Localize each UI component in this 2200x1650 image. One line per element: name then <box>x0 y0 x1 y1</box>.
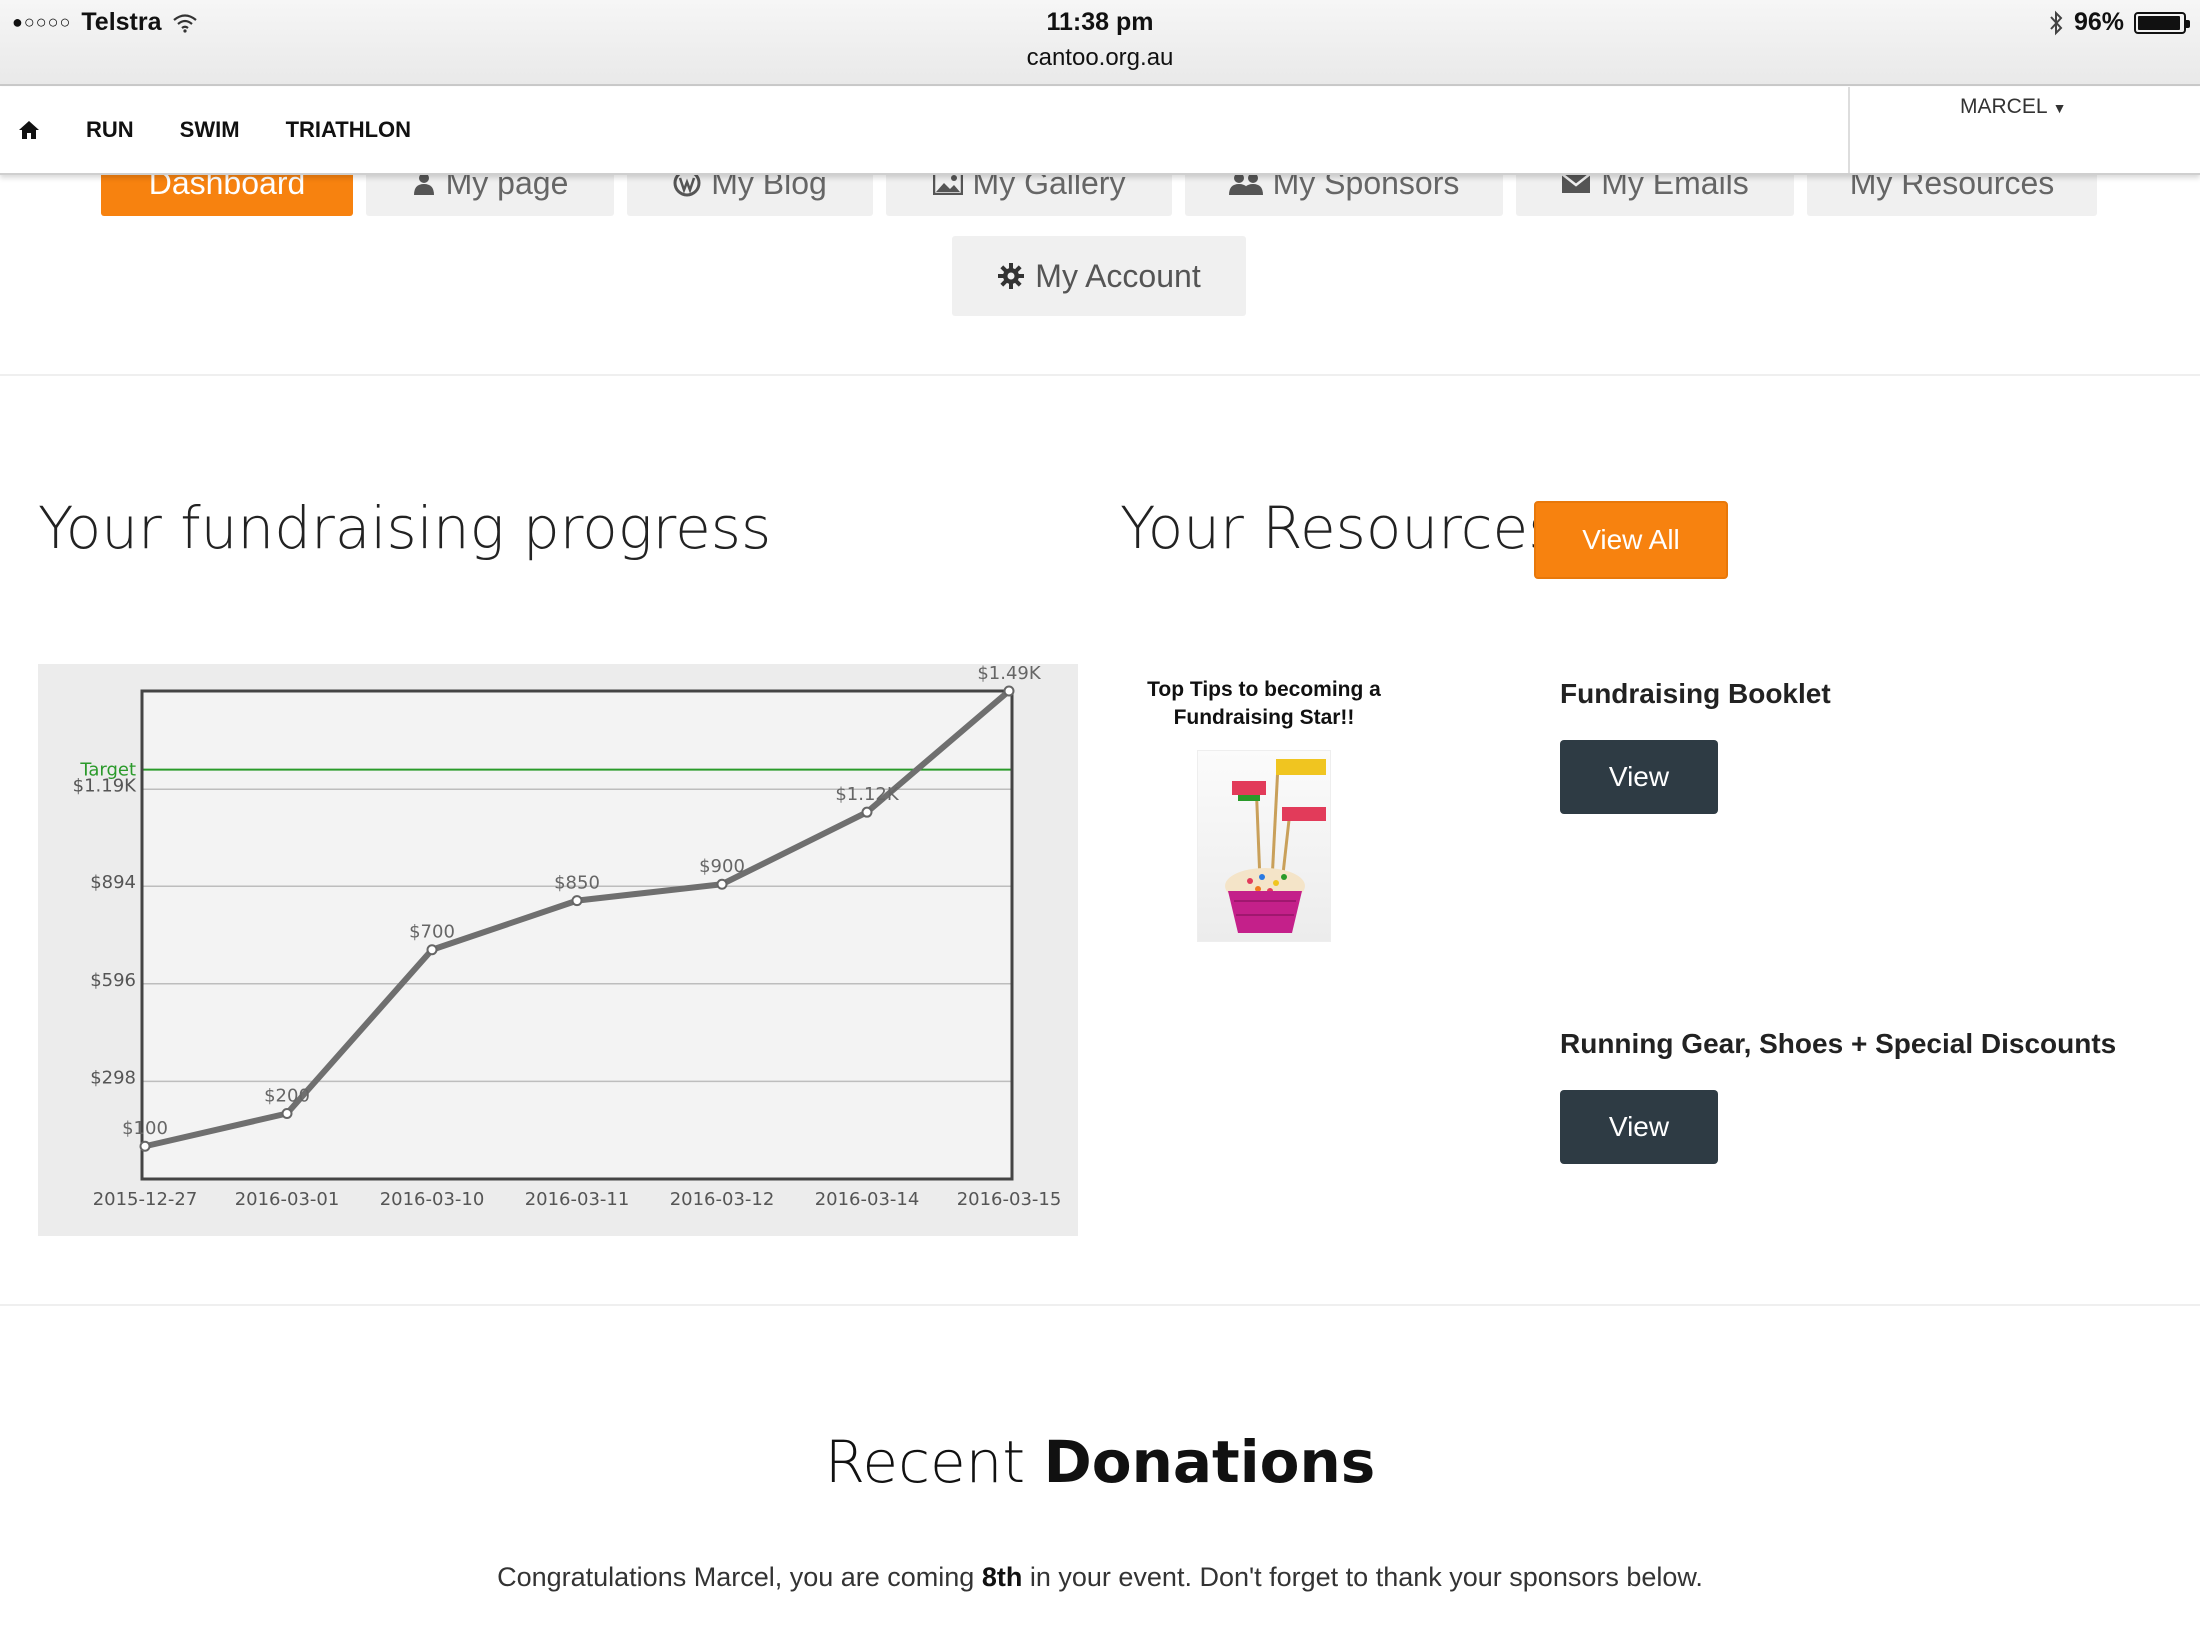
data-label: $900 <box>699 856 745 877</box>
battery-level-fill <box>2138 15 2181 30</box>
thumbnail-title-line: Fundraising Star!! <box>1173 706 1355 729</box>
x-tick-label: 2016-03-12 <box>670 1189 775 1210</box>
x-tick-label: 2016-03-15 <box>957 1189 1062 1210</box>
data-point <box>1003 685 1015 697</box>
nav-triathlon[interactable]: TRIATHLON <box>286 117 411 143</box>
rank-value: 8th <box>981 1562 1023 1592</box>
x-tick-label: 2016-03-14 <box>815 1189 920 1210</box>
divider <box>0 374 2200 376</box>
nav-swim[interactable]: SWIM <box>180 117 240 143</box>
caret-down-icon: ▼ <box>2052 100 2067 116</box>
site-navbar: RUN SWIM TRIATHLON MARCEL ▼ <box>0 87 2200 175</box>
data-label: $1.49K <box>977 664 1042 684</box>
data-label: $1.12K <box>835 784 900 805</box>
congrats-text: Congratulations Marcel, you are coming <box>497 1562 975 1592</box>
y-tick-label: $596 <box>90 970 136 991</box>
user-menu[interactable]: MARCEL ▼ <box>1960 95 2066 119</box>
donations-title-bold: Donations <box>1043 1428 1376 1496</box>
data-point <box>861 806 873 818</box>
cupcake-image <box>1197 750 1331 942</box>
congrats-text: in your event. Don't forget to thank you… <box>1029 1562 1703 1592</box>
fundraising-title: Your fundraising progress <box>38 494 772 562</box>
data-point <box>281 1107 293 1119</box>
resource-title: Running Gear, Shoes + Special Discounts <box>1560 1028 2117 1059</box>
recent-donations-title: Recent Donations <box>0 1428 2200 1496</box>
target-label: Target <box>79 760 136 781</box>
thumbnail-title-line: Top Tips to becoming a <box>1147 678 1381 701</box>
data-label: $200 <box>264 1085 310 1106</box>
user-name: MARCEL <box>1960 95 2047 118</box>
status-bar: ●○○○○ Telstra 11:38 pm cantoo.org.au 96% <box>0 0 2200 86</box>
data-label: $100 <box>122 1118 168 1139</box>
chart-svg: $298$596$894$1.19KTarget$1002015-12-27$2… <box>73 664 1062 1210</box>
y-tick-label: $894 <box>90 872 136 893</box>
y-tick-label: $298 <box>90 1067 136 1088</box>
donations-title-light: Recent <box>824 1428 1026 1496</box>
envelope-icon <box>1561 173 1591 193</box>
data-point <box>571 895 583 907</box>
resources-title: Your Resources <box>1120 494 1559 562</box>
x-tick-label: 2015-12-27 <box>93 1189 198 1210</box>
thumbnail-title: Top Tips to becoming a Fundraising Star!… <box>1128 676 1400 732</box>
view-all-button[interactable]: View All <box>1534 501 1728 579</box>
view-running-gear-button[interactable]: View <box>1560 1090 1718 1164</box>
battery-info: 96% <box>2048 8 2190 37</box>
tab-label: My Account <box>1035 257 1201 294</box>
x-tick-label: 2016-03-10 <box>380 1189 485 1210</box>
resource-title: Fundraising Booklet <box>1560 678 1831 709</box>
view-booklet-button[interactable]: View <box>1560 740 1718 814</box>
home-icon[interactable] <box>18 120 40 140</box>
fundraising-chart: $298 $596 $894 $1.19K Target $100 2015-12-27 $2… <box>38 664 1078 1236</box>
data-label: $850 <box>554 873 600 894</box>
x-tick-label: 2016-03-01 <box>235 1189 340 1210</box>
battery-percent: 96% <box>2073 8 2124 36</box>
data-label: $700 <box>409 922 455 943</box>
data-point <box>716 878 728 890</box>
resource-thumbnail[interactable]: Top Tips to becoming a Fundraising Star!… <box>1128 676 1400 946</box>
tab-my-account[interactable]: My Account <box>952 236 1246 316</box>
battery-icon <box>2134 11 2190 34</box>
user-area: MARCEL ▼ <box>1848 87 2200 173</box>
data-point <box>139 1140 151 1152</box>
status-time: 11:38 pm <box>1046 8 1154 36</box>
address-bar-url[interactable]: cantoo.org.au <box>0 44 2200 72</box>
gear-icon <box>998 263 1025 289</box>
nav-run[interactable]: RUN <box>86 117 134 143</box>
x-tick-label: 2016-03-11 <box>525 1189 630 1210</box>
data-point <box>426 944 438 956</box>
congrats-message: Congratulations Marcel, you are coming 8… <box>0 1562 2200 1593</box>
divider <box>0 1304 2200 1306</box>
bluetooth-icon <box>2050 10 2063 35</box>
